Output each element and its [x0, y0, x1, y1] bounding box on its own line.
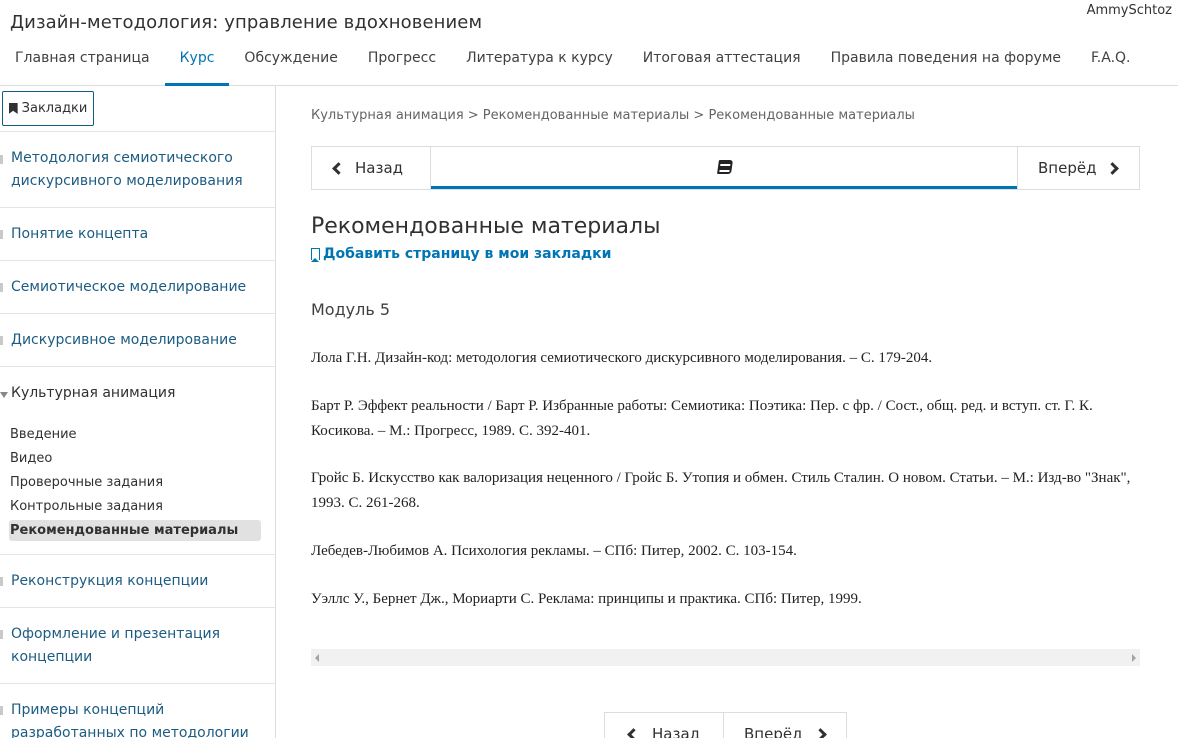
tab-final-exam[interactable]: Итоговая аттестация [628, 40, 816, 86]
sidebar-section-presentation: Оформление и презентация концепции [0, 607, 275, 684]
reference-item: Барт Р. Эффект реальности / Барт Р. Избр… [311, 398, 1093, 439]
sidebar-section-link[interactable]: Методология семиотического дискурсивного… [11, 147, 261, 193]
bookmark-outline-icon [311, 248, 320, 262]
previous-button[interactable]: Назад [312, 147, 431, 189]
chevron-right-icon [814, 727, 828, 738]
sidebar-section-semiotic: Семиотическое моделирование [0, 260, 275, 314]
scroll-left-arrow-icon[interactable] [315, 654, 319, 662]
collapsed-marker-icon [0, 230, 3, 239]
reference-item: Гройс Б. Искусство как валоризация нецен… [311, 470, 1131, 511]
chevron-left-icon [627, 727, 640, 738]
reference-item: Уэллс У., Бернет Дж., Мориарти С. Реклам… [311, 591, 862, 607]
sidebar-subitem-check-tasks[interactable]: Проверочные задания [9, 472, 261, 493]
collapsed-marker-icon [0, 577, 3, 586]
horizontal-scrollbar[interactable] [311, 649, 1140, 666]
bookmarks-label: Закладки [21, 101, 88, 116]
tab-home[interactable]: Главная страница [0, 40, 165, 86]
bottom-previous-button[interactable]: Назад [605, 713, 724, 738]
breadcrumb: Культурная анимация > Рекомендованные ма… [311, 108, 915, 123]
course-title: Дизайн-методология: управление вдохновен… [10, 12, 483, 33]
sidebar-subitem-intro[interactable]: Введение [9, 424, 261, 445]
collapsed-marker-icon [0, 155, 3, 164]
add-bookmark-label: Добавить страницу в мои закладки [323, 246, 612, 262]
sidebar-section-link[interactable]: Понятие концепта [11, 223, 148, 246]
collapsed-marker-icon [0, 336, 3, 345]
sidebar-section-discursive: Дискурсивное моделирование [0, 313, 275, 367]
sequence-tab-current[interactable] [431, 147, 1018, 189]
tab-faq[interactable]: F.A.Q. [1076, 40, 1146, 86]
sidebar-section-examples: Примеры концепций разработанных по метод… [0, 683, 275, 738]
scroll-right-arrow-icon[interactable] [1132, 654, 1136, 662]
sequence-navigation: Назад Вперёд [311, 146, 1140, 190]
bottom-previous-label: Назад [652, 725, 701, 738]
book-icon [716, 159, 733, 174]
course-tabs: Главная страница Курс Обсуждение Прогрес… [0, 40, 1146, 86]
collapsed-marker-icon [0, 630, 3, 639]
collapsed-marker-icon [0, 706, 3, 715]
module-label: Модуль 5 [311, 300, 391, 319]
sidebar-subitem-recommended[interactable]: Рекомендованные материалы [9, 520, 261, 541]
chevron-right-icon [1106, 161, 1120, 175]
bottom-sequence-navigation: Назад Вперёд [604, 712, 847, 738]
course-outline-sidebar: Закладки Методология семиотического диск… [0, 86, 276, 738]
next-button[interactable]: Вперёд [1017, 147, 1139, 189]
bottom-next-button[interactable]: Вперёд [724, 713, 846, 738]
sidebar-section-link[interactable]: Примеры концепций разработанных по метод… [11, 699, 261, 738]
expanded-caret-icon [0, 392, 8, 398]
tab-course[interactable]: Курс [164, 40, 230, 86]
page-title: Рекомендованные материалы [311, 214, 661, 239]
sidebar-section-link[interactable]: Реконструкция концепции [11, 570, 208, 593]
sidebar-subitem-video[interactable]: Видео [9, 448, 261, 469]
next-label: Вперёд [1038, 159, 1097, 177]
tab-forum-rules[interactable]: Правила поведения на форуме [816, 40, 1076, 86]
reference-item: Лебедев-Любимов А. Психология рекламы. –… [311, 543, 797, 559]
sidebar-section-methodology: Методология семиотического дискурсивного… [0, 131, 275, 208]
sidebar-section-link[interactable]: Оформление и презентация концепции [11, 623, 241, 669]
sidebar-section-concept: Понятие концепта [0, 207, 275, 261]
bookmark-icon [8, 103, 18, 114]
tab-discussion[interactable]: Обсуждение [229, 40, 352, 86]
bookmarks-button[interactable]: Закладки [2, 91, 94, 126]
collapsed-marker-icon [0, 283, 3, 292]
sidebar-section-link[interactable]: Семиотическое моделирование [11, 276, 246, 299]
sidebar-section-reconstruction: Реконструкция концепции [0, 554, 275, 608]
tab-progress[interactable]: Прогресс [353, 40, 451, 86]
sidebar-section-link[interactable]: Культурная анимация [11, 382, 175, 405]
course-content: Культурная анимация > Рекомендованные ма… [277, 86, 1178, 738]
sidebar-subitem-control-tasks[interactable]: Контрольные задания [9, 496, 261, 517]
course-header: Дизайн-методология: управление вдохновен… [0, 0, 1178, 86]
reference-item: Лола Г.Н. Дизайн-код: методология семиот… [311, 350, 933, 366]
previous-label: Назад [355, 159, 404, 177]
username[interactable]: AmmySchtoz [1087, 3, 1172, 18]
bottom-next-label: Вперёд [744, 725, 803, 738]
sidebar-section-link[interactable]: Дискурсивное моделирование [11, 329, 237, 352]
chevron-left-icon [332, 161, 345, 175]
add-bookmark-link[interactable]: Добавить страницу в мои закладки [311, 246, 611, 262]
tab-literature[interactable]: Литература к курсу [451, 40, 628, 86]
sidebar-section-cultural-animation: Культурная анимация Введение Видео Прове… [0, 366, 275, 555]
